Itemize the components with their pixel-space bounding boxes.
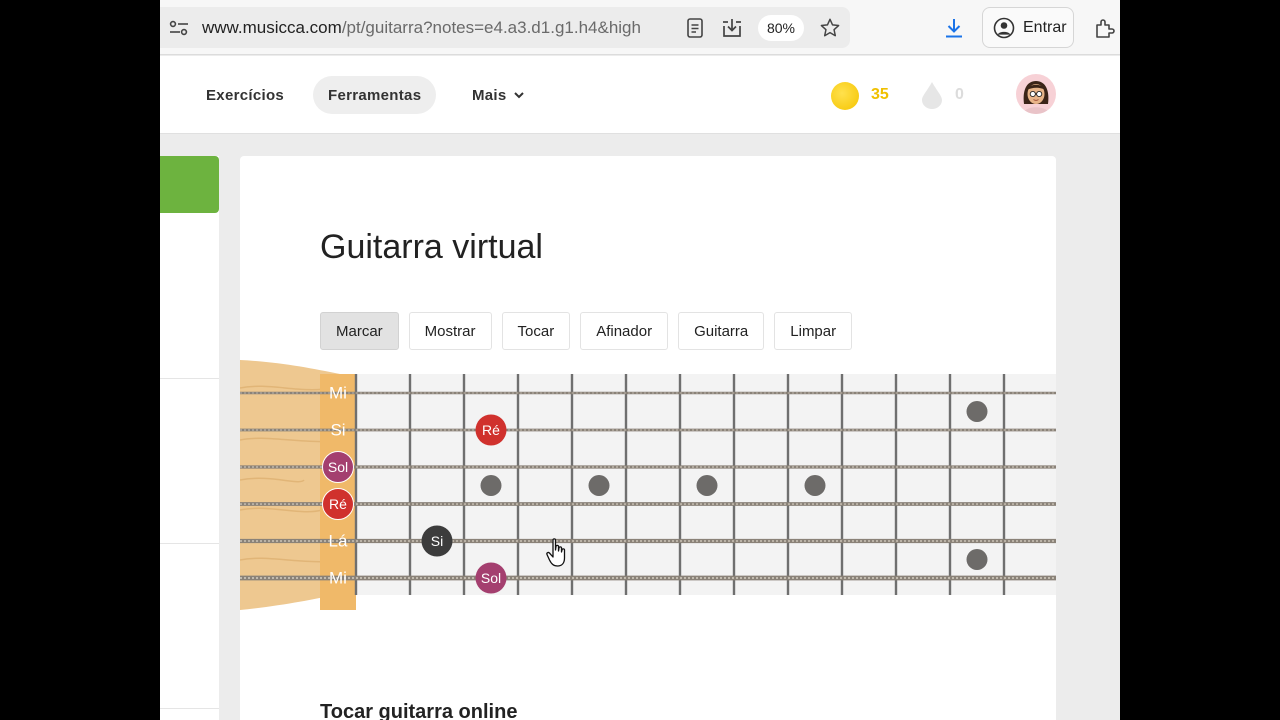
fret-wire [732,374,736,595]
drop-icon [922,82,942,109]
url-host: www.musicca.com [202,18,342,37]
fret-wire [894,374,898,595]
nav-mais[interactable]: Mais [472,76,525,114]
fret-wire [462,374,466,595]
fret-wire [948,374,952,595]
coin-icon [831,82,859,110]
fret-wire [624,374,628,595]
extensions-icon[interactable] [1092,16,1116,40]
left-green-tab[interactable] [160,156,219,213]
fretboard-svg[interactable]: Mi Si Sol Ré Lá Mi Ré Si Sol [240,360,1056,612]
tool-limpar-button[interactable]: Limpar [774,312,853,350]
inlay-dot [588,475,610,496]
string-name-label: Mi [329,384,347,403]
zoom-level[interactable]: 80% [758,15,804,41]
marked-note-label: Sol [481,570,501,586]
left-divider [160,543,219,544]
tool-marcar-button[interactable]: Marcar [320,312,399,350]
drop-count: 0 [955,86,964,103]
fret-wire [1002,374,1006,595]
marked-note-label: Ré [482,422,500,438]
url-path: /pt/guitarra?notes=e4.a3.d1.g1.h4&high [341,18,641,37]
favorite-star-icon[interactable] [818,16,842,40]
inlay-dot [480,475,502,496]
tool-guitarra-button[interactable]: Guitarra [678,312,765,350]
install-app-icon[interactable] [720,16,744,40]
signin-button[interactable]: Entrar [982,7,1074,48]
guitar-fretboard[interactable]: Mi Si Sol Ré Lá Mi Ré Si Sol [240,360,1056,612]
tool-afinador-button[interactable]: Afinador [580,312,669,350]
page-title: Guitarra virtual [320,228,543,266]
fret-wire [786,374,790,595]
avatar[interactable] [1016,74,1056,114]
inlay-dot [696,475,718,496]
nav-mais-label: Mais [472,86,507,104]
downloads-icon[interactable] [942,16,966,40]
fret-wire [840,374,844,595]
tool-tocar-button[interactable]: Tocar [501,312,571,350]
left-divider [160,378,219,379]
fret-wire [678,374,682,595]
marked-note-label: Si [431,533,443,549]
tool-buttons: Marcar Mostrar Tocar Afinador Guitarra L… [320,312,853,350]
site-header: Exercícios Ferramentas Mais 35 0 [160,56,1120,134]
inlay-dot [966,401,988,422]
url-text[interactable]: www.musicca.com/pt/guitarra?notes=e4.a3.… [202,18,674,38]
profile-icon [993,17,1015,38]
fret-wire [570,374,574,595]
nav-exercicios[interactable]: Exercícios [206,76,284,114]
fret-wire [516,374,520,595]
fret-wire [354,374,358,595]
left-panel [160,156,219,720]
chevron-down-icon [513,92,524,99]
string-name-label: Si [330,421,345,440]
section-heading: Tocar guitarra online [320,701,518,720]
fret-wire [408,374,412,595]
left-divider [160,708,219,709]
inlay-dot [966,549,988,570]
string-name-label: Lá [329,532,348,551]
hand-cursor-icon [545,537,569,574]
string-name-label: Mi [329,569,347,588]
nav-ferramentas[interactable]: Ferramentas [313,76,437,114]
tool-mostrar-button[interactable]: Mostrar [408,312,492,350]
open-note-label: Ré [329,496,347,512]
signin-label: Entrar [1023,18,1067,36]
coin-count: 35 [871,86,889,103]
site-settings-icon[interactable] [168,18,190,38]
browser-toolbar: www.musicca.com/pt/guitarra?notes=e4.a3.… [160,0,1120,55]
reader-view-icon[interactable] [684,17,706,39]
address-bar[interactable]: www.musicca.com/pt/guitarra?notes=e4.a3.… [160,7,850,48]
open-note-label: Sol [328,459,348,475]
inlay-dot [804,475,826,496]
